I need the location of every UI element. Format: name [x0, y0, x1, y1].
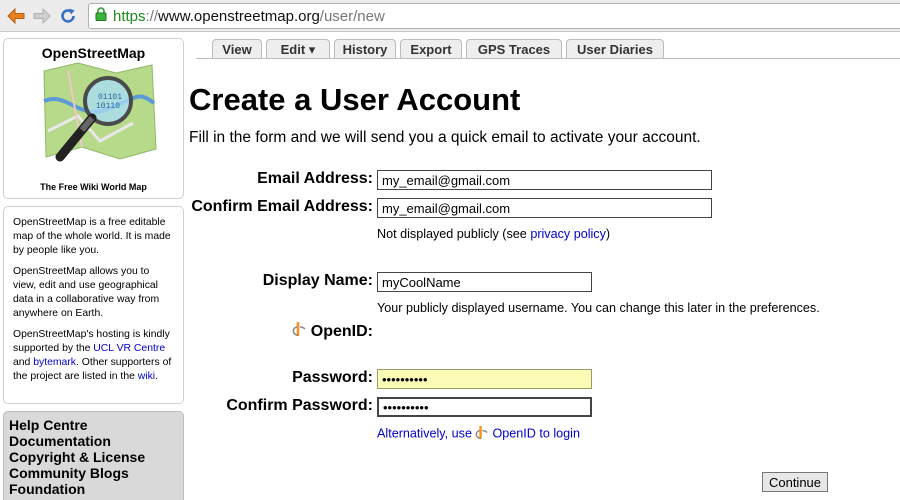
- display-name-field[interactable]: myCoolName: [377, 272, 592, 292]
- url-path: /user/new: [319, 7, 385, 25]
- tab-history[interactable]: History: [334, 39, 396, 59]
- url-host: www.openstreetmap.org: [158, 7, 320, 25]
- osm-logo-icon: 01101 10110: [38, 61, 158, 178]
- intro-paragraph-3: OpenStreetMap's hosting is kindly suppor…: [13, 328, 175, 384]
- address-bar[interactable]: https://www.openstreetmap.org/user/new: [88, 3, 900, 29]
- display-name-note: Your publicly displayed username. You ca…: [377, 301, 820, 315]
- forward-arrow-icon[interactable]: [32, 6, 52, 26]
- tab-view[interactable]: View: [212, 39, 262, 59]
- browser-toolbar: https://www.openstreetmap.org/user/new: [0, 0, 900, 32]
- tab-edit[interactable]: Edit ▾: [266, 39, 330, 59]
- menu-item-documentation[interactable]: Documentation: [9, 433, 183, 449]
- openid-icon: [292, 321, 306, 342]
- svg-text:01101: 01101: [98, 93, 122, 102]
- tab-bar-divider: [196, 58, 900, 59]
- wiki-link[interactable]: wiki: [138, 371, 155, 382]
- url-separator: ://: [145, 7, 159, 25]
- logo-title: OpenStreetMap: [41, 45, 146, 61]
- email-label: Email Address:: [257, 170, 373, 187]
- back-arrow-icon[interactable]: [6, 6, 26, 26]
- logo-subtitle: The Free Wiki World Map: [40, 182, 147, 192]
- confirm-password-label: Confirm Password:: [226, 397, 373, 414]
- privacy-note-prefix: Not displayed publicly (see: [377, 227, 531, 241]
- password-label: Password:: [292, 369, 373, 386]
- alt-login-prefix[interactable]: Alternatively, use: [377, 426, 475, 440]
- svg-text:10110: 10110: [96, 102, 120, 111]
- display-name-label: Display Name:: [262, 272, 373, 289]
- sidebar-menu: Help Centre Documentation Copyright & Li…: [3, 411, 184, 500]
- padlock-icon: [95, 7, 107, 25]
- privacy-note: Not displayed publicly (see privacy poli…: [377, 227, 610, 241]
- menu-item-community-blogs[interactable]: Community Blogs: [9, 465, 183, 481]
- alternative-login: Alternatively, use OpenID to login: [377, 425, 580, 443]
- intro-paragraph-2: OpenStreetMap allows you to view, edit a…: [13, 266, 160, 319]
- reload-icon[interactable]: [58, 6, 78, 26]
- intro-text: and: [13, 357, 34, 368]
- privacy-note-suffix: ): [605, 227, 611, 241]
- intro-text: .: [155, 371, 158, 382]
- tab-bar: View Edit ▾ History Export GPS Traces Us…: [212, 39, 668, 59]
- confirm-email-field[interactable]: my_email@gmail.com: [377, 198, 712, 218]
- page-title: Create a User Account: [189, 82, 521, 117]
- password-field[interactable]: ••••••••••: [377, 369, 592, 389]
- continue-button[interactable]: Continue: [762, 472, 828, 492]
- intro-panel: OpenStreetMap is a free editable map of …: [3, 206, 184, 404]
- tab-gps-traces[interactable]: GPS Traces: [466, 39, 562, 59]
- confirm-email-label: Confirm Email Address:: [191, 198, 373, 215]
- bytemark-link[interactable]: bytemark: [33, 357, 76, 368]
- ucl-vr-centre-link[interactable]: UCL VR Centre: [93, 343, 165, 354]
- menu-item-copyright-license[interactable]: Copyright & License: [9, 449, 183, 465]
- privacy-policy-link[interactable]: privacy policy: [530, 227, 606, 241]
- menu-item-help-centre[interactable]: Help Centre: [9, 417, 183, 433]
- openid-label-text: OpenID:: [310, 322, 373, 340]
- tab-export[interactable]: Export: [400, 39, 462, 59]
- url-scheme: https: [113, 7, 146, 25]
- menu-item-foundation[interactable]: Foundation: [9, 481, 183, 497]
- openid-login-link[interactable]: OpenID to login: [492, 426, 580, 440]
- openid-icon: [475, 425, 489, 443]
- intro-paragraph-1: OpenStreetMap is a free editable map of …: [13, 217, 171, 256]
- logo-panel[interactable]: OpenStreetMap 01101 10110 The Free Wiki …: [3, 38, 184, 199]
- form-intro: Fill in the form and we will send you a …: [189, 129, 701, 146]
- tab-user-diaries[interactable]: User Diaries: [566, 39, 664, 59]
- email-field[interactable]: my_email@gmail.com: [377, 170, 712, 190]
- confirm-password-field[interactable]: ••••••••••: [377, 397, 592, 417]
- openid-label: OpenID:: [292, 321, 373, 342]
